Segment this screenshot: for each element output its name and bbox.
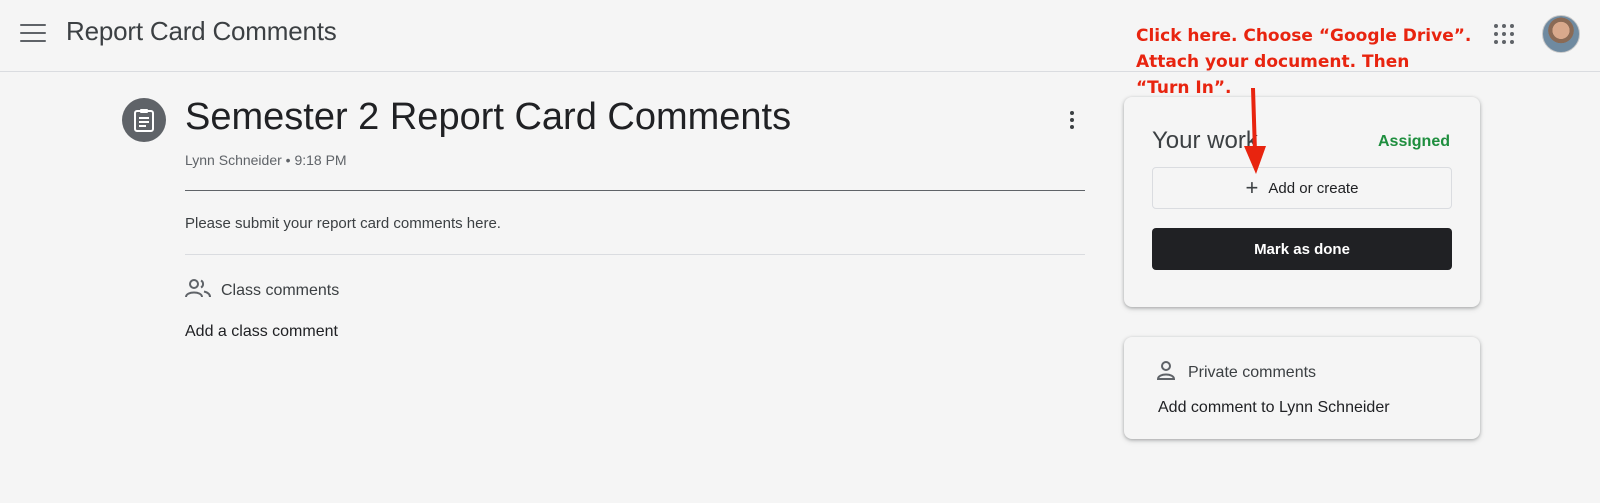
plus-icon: + xyxy=(1245,175,1259,200)
add-private-comment-link[interactable]: Add comment to Lynn Schneider xyxy=(1158,399,1390,417)
status-badge: Assigned xyxy=(1377,133,1450,150)
add-or-create-label: Add or create xyxy=(1268,179,1359,197)
assignment-icon xyxy=(122,98,166,142)
app-title[interactable]: Report Card Comments xyxy=(66,16,337,47)
account-avatar[interactable] xyxy=(1542,15,1580,53)
mark-as-done-button[interactable]: Mark as done xyxy=(1152,228,1452,270)
hamburger-menu-icon[interactable] xyxy=(20,24,46,44)
private-comments-card: Private comments Add comment to Lynn Sch… xyxy=(1124,337,1480,439)
people-icon xyxy=(185,278,211,303)
your-work-card: Your work Assigned + Add or create Mark … xyxy=(1124,97,1480,307)
apps-grid-icon[interactable] xyxy=(1494,24,1514,44)
annotation-line: Attach your document. Then xyxy=(1136,52,1410,72)
class-comments-header: Class comments xyxy=(185,278,339,303)
red-arrow-icon xyxy=(1244,87,1266,174)
page-title: Semester 2 Report Card Comments xyxy=(185,96,792,138)
instruction-annotation: Click here. Choose “Google Drive”. Attac… xyxy=(1136,23,1496,101)
private-comments-label: Private comments xyxy=(1188,363,1317,381)
divider xyxy=(185,190,1085,191)
annotation-line: “Turn In”. xyxy=(1136,78,1232,98)
class-comments-label: Class comments xyxy=(221,281,340,299)
person-icon xyxy=(1156,360,1176,385)
divider xyxy=(185,254,1085,255)
assignment-meta: Lynn Schneider • 9:18 PM xyxy=(185,152,347,168)
add-class-comment-link[interactable]: Add a class comment xyxy=(185,323,338,341)
assignment-instructions: Please submit your report card comments … xyxy=(185,215,501,232)
private-comments-header: Private comments xyxy=(1156,360,1316,385)
more-vert-icon[interactable] xyxy=(1060,108,1084,132)
add-or-create-button[interactable]: + Add or create xyxy=(1152,167,1452,209)
annotation-line: Click here. Choose “Google Drive”. xyxy=(1136,26,1472,46)
